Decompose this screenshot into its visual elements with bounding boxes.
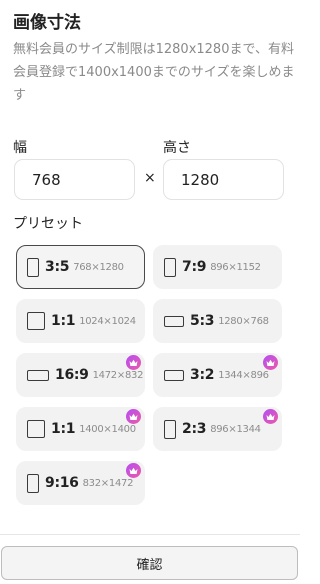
preset-card[interactable]: 1:1 1024×1024 (16, 299, 145, 343)
preset-ratio: 5:3 (190, 313, 215, 329)
preset-ratio: 2:3 (182, 421, 207, 437)
preset-resolution: 1400×1400 (79, 423, 136, 435)
preset-ratio: 16:9 (55, 367, 89, 383)
preset-grid: 3:5 768×1280 7:9 896×1152 1:1 1024×1024 … (16, 245, 282, 505)
preset-resolution: 832×1472 (82, 477, 134, 489)
preset-section-label: プリセット (13, 216, 83, 232)
preset-resolution: 896×1344 (210, 423, 261, 435)
aspect-ratio-icon (27, 420, 45, 438)
preset-resolution: 1024×1024 (79, 315, 136, 327)
preset-card[interactable]: 3:5 768×1280 (16, 245, 145, 289)
aspect-ratio-icon (164, 257, 176, 277)
preset-card[interactable]: 1:1 1400×1400 (16, 407, 145, 451)
size-limit-description: 無料会員のサイズ制限は1280x1280まで、有料会員登録で1400x1400ま… (13, 42, 295, 103)
preset-ratio: 3:5 (45, 259, 70, 275)
dialog-title: 画像寸法 (13, 13, 81, 33)
aspect-ratio-icon (164, 315, 184, 327)
height-label: 高さ (163, 140, 191, 156)
preset-resolution: 1344×896 (218, 369, 269, 381)
preset-ratio: 1:1 (51, 313, 76, 329)
preset-card[interactable]: 3:2 1344×896 (153, 353, 282, 397)
footer-divider (0, 534, 300, 535)
preset-card[interactable]: 7:9 896×1152 (153, 245, 282, 289)
width-input[interactable] (14, 159, 135, 200)
preset-card[interactable]: 16:9 1472×832 (16, 353, 145, 397)
preset-ratio: 3:2 (190, 367, 215, 383)
aspect-ratio-icon (27, 312, 45, 330)
times-symbol: × (144, 170, 156, 186)
preset-card[interactable]: 2:3 896×1344 (153, 407, 282, 451)
aspect-ratio-icon (27, 369, 49, 381)
crown-icon (126, 355, 141, 370)
aspect-ratio-icon (27, 257, 39, 277)
preset-ratio: 1:1 (51, 421, 76, 437)
crown-icon (126, 463, 141, 478)
preset-resolution: 1472×832 (92, 369, 144, 381)
confirm-button[interactable]: 確認 (1, 546, 298, 580)
preset-resolution: 1280×768 (218, 315, 269, 327)
aspect-ratio-icon (27, 473, 39, 493)
height-input[interactable] (163, 159, 284, 200)
preset-ratio: 9:16 (45, 475, 79, 491)
preset-resolution: 768×1280 (73, 261, 124, 273)
preset-card[interactable]: 9:16 832×1472 (16, 461, 145, 505)
preset-ratio: 7:9 (182, 259, 207, 275)
preset-card[interactable]: 5:3 1280×768 (153, 299, 282, 343)
crown-icon (263, 409, 278, 424)
width-label: 幅 (13, 140, 27, 156)
aspect-ratio-icon (164, 419, 176, 439)
crown-icon (263, 355, 278, 370)
aspect-ratio-icon (164, 369, 184, 381)
preset-resolution: 896×1152 (210, 261, 261, 273)
crown-icon (126, 409, 141, 424)
